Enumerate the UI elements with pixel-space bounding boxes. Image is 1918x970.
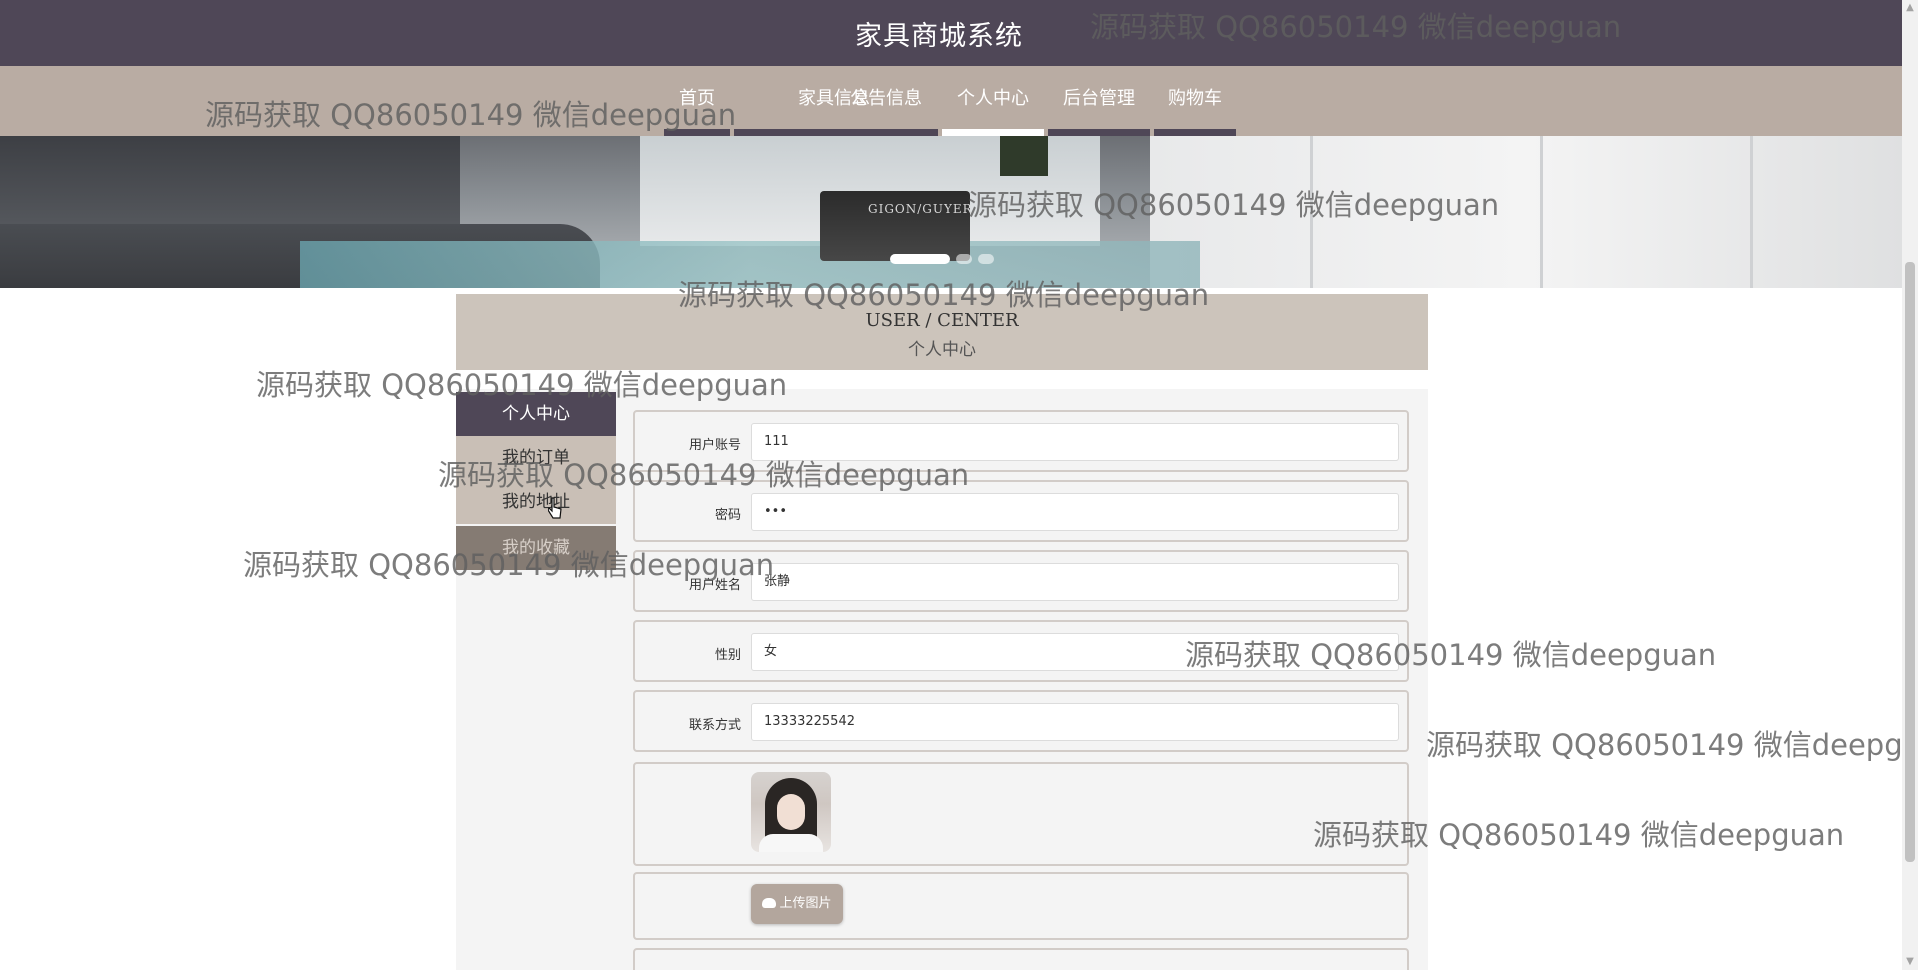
- nav-underline: [1154, 129, 1236, 136]
- nav-admin-label: 后台管理: [1063, 88, 1135, 109]
- scrollbar-thumb[interactable]: [1905, 262, 1915, 862]
- carousel-dot[interactable]: [890, 254, 950, 264]
- banner-rug: [300, 241, 1200, 288]
- gender-label: 性别: [714, 648, 741, 663]
- phone-field[interactable]: 13333225542: [751, 703, 1399, 741]
- mouse-cursor-icon: [548, 497, 562, 519]
- nav-cart-label: 购物车: [1168, 88, 1222, 109]
- sidebar-item-my-favorites[interactable]: 我的收藏: [456, 526, 616, 570]
- nav-user-center-label: 个人中心: [957, 88, 1029, 109]
- top-header: 家具商城系统: [0, 0, 1902, 66]
- watermark: 源码获取 QQ86050149 微信deepguan: [1426, 728, 1902, 762]
- cabinet-door-line: [1310, 136, 1313, 288]
- nav-underline: [734, 129, 834, 136]
- gender-field[interactable]: 女: [751, 633, 1399, 671]
- banner-cabinet: [1150, 136, 1902, 288]
- name-field[interactable]: 张静: [751, 563, 1399, 601]
- sidebar-item-my-address[interactable]: 我的地址: [456, 480, 616, 524]
- sidebar-item-my-orders[interactable]: 我的订单: [456, 436, 616, 480]
- carousel-dot[interactable]: [956, 254, 972, 264]
- nav-admin[interactable]: 后台管理: [1048, 66, 1150, 136]
- avatar-face: [777, 794, 805, 830]
- upload-button-label: 上传图片: [779, 896, 832, 911]
- username-label: 用户账号: [688, 438, 741, 453]
- section-title-en: USER / CENTER: [865, 310, 1019, 331]
- main-nav: 首页 家具信息 公告信息 个人中心 后台管理 购物车: [0, 66, 1902, 136]
- avatar-image: [751, 772, 831, 852]
- phone-label: 联系方式: [688, 718, 741, 733]
- upload-image-button[interactable]: 上传图片: [751, 884, 843, 924]
- nav-announcements[interactable]: 公告信息: [834, 66, 938, 136]
- nav-announcements-label: 公告信息: [850, 88, 922, 109]
- section-header: USER / CENTER 个人中心: [456, 294, 1428, 370]
- section-title-cn: 个人中心: [908, 340, 976, 360]
- vertical-scrollbar[interactable]: ▲ ▼: [1902, 0, 1918, 970]
- name-label: 用户姓名: [688, 578, 741, 593]
- form-row-upload: 上传图片: [633, 872, 1409, 940]
- form-row-phone: 联系方式 13333225542: [633, 690, 1409, 752]
- form-row-gender: 性别 女: [633, 620, 1409, 682]
- form-row-name: 用户姓名 张静: [633, 550, 1409, 612]
- site-title: 家具商城系统: [855, 21, 1023, 52]
- username-field[interactable]: 111: [751, 423, 1399, 461]
- page: 家具商城系统 首页 家具信息 公告信息 个人中心 后台管理 购物车 GIGON/…: [0, 0, 1902, 970]
- cabinet-door-line: [1750, 136, 1753, 288]
- nav-cart[interactable]: 购物车: [1154, 66, 1236, 136]
- cloud-upload-icon: [762, 898, 777, 908]
- nav-underline: [664, 129, 730, 136]
- form-row-password: 密码 •••: [633, 480, 1409, 542]
- nav-underline: [1048, 129, 1150, 136]
- form-row-username: 用户账号 111: [633, 410, 1409, 472]
- carousel-indicators: [890, 254, 1000, 266]
- cabinet-door-line: [1540, 136, 1543, 288]
- scroll-up-arrow-icon[interactable]: ▲: [1902, 0, 1918, 16]
- form-row-avatar: [633, 762, 1409, 866]
- banner-plant: [1000, 136, 1048, 176]
- password-label: 密码: [714, 508, 741, 523]
- nav-underline: [834, 129, 938, 136]
- sidebar-item-user-center[interactable]: 个人中心: [456, 392, 616, 436]
- avatar-shirt: [759, 834, 823, 852]
- carousel-dot[interactable]: [978, 254, 994, 264]
- nav-user-center[interactable]: 个人中心: [942, 66, 1044, 136]
- scroll-down-arrow-icon[interactable]: ▼: [1902, 954, 1918, 970]
- banner-book-text: GIGON/GUYER: [868, 202, 973, 216]
- form-row-next: [633, 948, 1409, 970]
- nav-underline-active: [942, 129, 1044, 136]
- nav-home-label: 首页: [679, 88, 715, 109]
- nav-home[interactable]: 首页: [664, 66, 730, 136]
- password-field[interactable]: •••: [751, 493, 1399, 531]
